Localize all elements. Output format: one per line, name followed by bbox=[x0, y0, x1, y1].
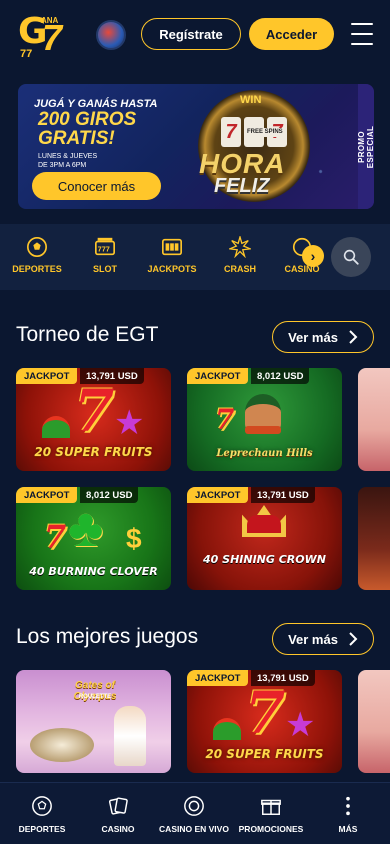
game-card-40-burning-clover[interactable]: ♣ 7 $ JACKPOT 8,012 USD 40 BURNING CLOVE… bbox=[16, 487, 171, 590]
soccer-ball-icon bbox=[27, 237, 47, 257]
search-button[interactable] bbox=[331, 237, 371, 277]
chip-icon bbox=[184, 796, 204, 816]
nav-promociones[interactable]: PROMOCIONES bbox=[232, 795, 310, 834]
login-button[interactable]: Acceder bbox=[249, 18, 334, 50]
chevron-right-icon bbox=[349, 632, 358, 646]
game-name: 40 BURNING CLOVER bbox=[29, 565, 158, 578]
game-name: 20 SUPER FRUITS bbox=[205, 747, 324, 761]
jackpot-badge: JACKPOT bbox=[16, 368, 78, 384]
game-card-partial[interactable] bbox=[358, 487, 390, 590]
goddess-graphic bbox=[114, 706, 146, 766]
watermelon-graphic bbox=[42, 416, 70, 438]
more-vertical-icon bbox=[346, 796, 350, 816]
clover-graphic: ♣ bbox=[68, 498, 104, 558]
game-card-gates-of-olympus-roulette[interactable]: Gates of Olympus ROULETTE bbox=[16, 670, 171, 773]
feliz-title: FELIZ bbox=[214, 175, 270, 197]
watermelon-graphic bbox=[213, 718, 241, 740]
game-card-40-shining-crown[interactable]: JACKPOT 13,791 USD 40 SHINING CROWN bbox=[187, 487, 342, 590]
avatar[interactable] bbox=[96, 20, 126, 50]
egt-see-more-button[interactable]: Ver más bbox=[272, 321, 374, 353]
promo-banner[interactable]: JUGÁ Y GANÁS HASTA 200 GIROS GRATIS! LUN… bbox=[18, 84, 374, 209]
category-crash[interactable]: CRASH bbox=[208, 236, 272, 274]
jackpot-icon bbox=[162, 238, 182, 256]
section-title-egt: Torneo de EGT bbox=[16, 323, 159, 346]
cards-icon bbox=[108, 797, 128, 815]
best-games-see-more-button[interactable]: Ver más bbox=[272, 623, 374, 655]
jackpot-badge: JACKPOT bbox=[187, 670, 249, 686]
game-card-20-super-fruits[interactable]: 7 ★ JACKPOT 13,791 USD 20 SUPER FRUITS bbox=[16, 368, 171, 471]
crash-explosion-icon bbox=[229, 236, 251, 258]
category-jackpots[interactable]: JACKPOTS bbox=[140, 236, 204, 274]
promo-side-label: PROMO ESPECIAL bbox=[357, 125, 374, 169]
game-card-partial[interactable] bbox=[358, 368, 390, 471]
jackpot-amount: 13,791 USD bbox=[80, 368, 144, 384]
soccer-ball-icon bbox=[32, 796, 52, 816]
jackpot-badge: JACKPOT bbox=[16, 487, 78, 503]
promo-free: GRATIS! bbox=[38, 128, 115, 149]
game-name: 40 SHINING CROWN bbox=[203, 553, 326, 566]
nav-mas[interactable]: MÁS bbox=[309, 795, 387, 834]
game-card-20-super-fruits-2[interactable]: 7 ★ JACKPOT 13,791 USD 20 SUPER FRUITS bbox=[187, 670, 342, 773]
jackpot-amount: 8,012 USD bbox=[80, 487, 139, 503]
jackpot-amount: 13,791 USD bbox=[251, 487, 315, 503]
promo-amount: 200 GIROS bbox=[38, 109, 137, 130]
nav-casino-en-vivo[interactable]: CASINO EN VIVO bbox=[155, 795, 233, 834]
section-title-best-games: Los mejores juegos bbox=[16, 625, 199, 648]
promo-schedule: LUNES & JUEVES DE 3PM A 6PM bbox=[38, 153, 98, 170]
jackpot-amount: 8,012 USD bbox=[251, 368, 310, 384]
nav-casino[interactable]: CASINO bbox=[79, 795, 157, 834]
slot-machine-icon: 777 bbox=[95, 237, 115, 256]
roulette-wheel-graphic bbox=[30, 728, 94, 762]
jackpot-badge: JACKPOT bbox=[187, 487, 249, 503]
category-slot[interactable]: 777 SLOT bbox=[73, 236, 137, 274]
learn-more-button[interactable]: Conocer más bbox=[32, 172, 161, 200]
chevron-right-icon bbox=[349, 330, 358, 344]
category-deportes[interactable]: DEPORTES bbox=[5, 236, 69, 274]
register-button[interactable]: Regístrate bbox=[141, 18, 241, 50]
game-name: 20 SUPER FRUITS bbox=[34, 445, 153, 459]
hora-title: HORA bbox=[199, 148, 286, 179]
search-icon bbox=[343, 249, 359, 265]
game-card-leprechaun[interactable]: 7 JACKPOT 8,012 USD Leprechaun Hills bbox=[187, 368, 342, 471]
jackpot-badge: JACKPOT bbox=[187, 368, 249, 384]
game-card-partial[interactable] bbox=[358, 670, 390, 773]
game-name: Leprechaun Hills bbox=[216, 448, 313, 459]
category-next-button[interactable]: › bbox=[302, 245, 324, 267]
gift-icon bbox=[261, 799, 281, 815]
logo[interactable]: G ANA 7 77 bbox=[18, 10, 68, 61]
jackpot-amount: 13,791 USD bbox=[251, 670, 315, 686]
nav-deportes[interactable]: DEPORTES bbox=[3, 795, 81, 834]
bottom-navigation: DEPORTES CASINO CASINO EN VIVO PROMOCION… bbox=[0, 782, 390, 844]
menu-icon[interactable] bbox=[351, 23, 373, 45]
svg-text:777: 777 bbox=[98, 245, 110, 254]
